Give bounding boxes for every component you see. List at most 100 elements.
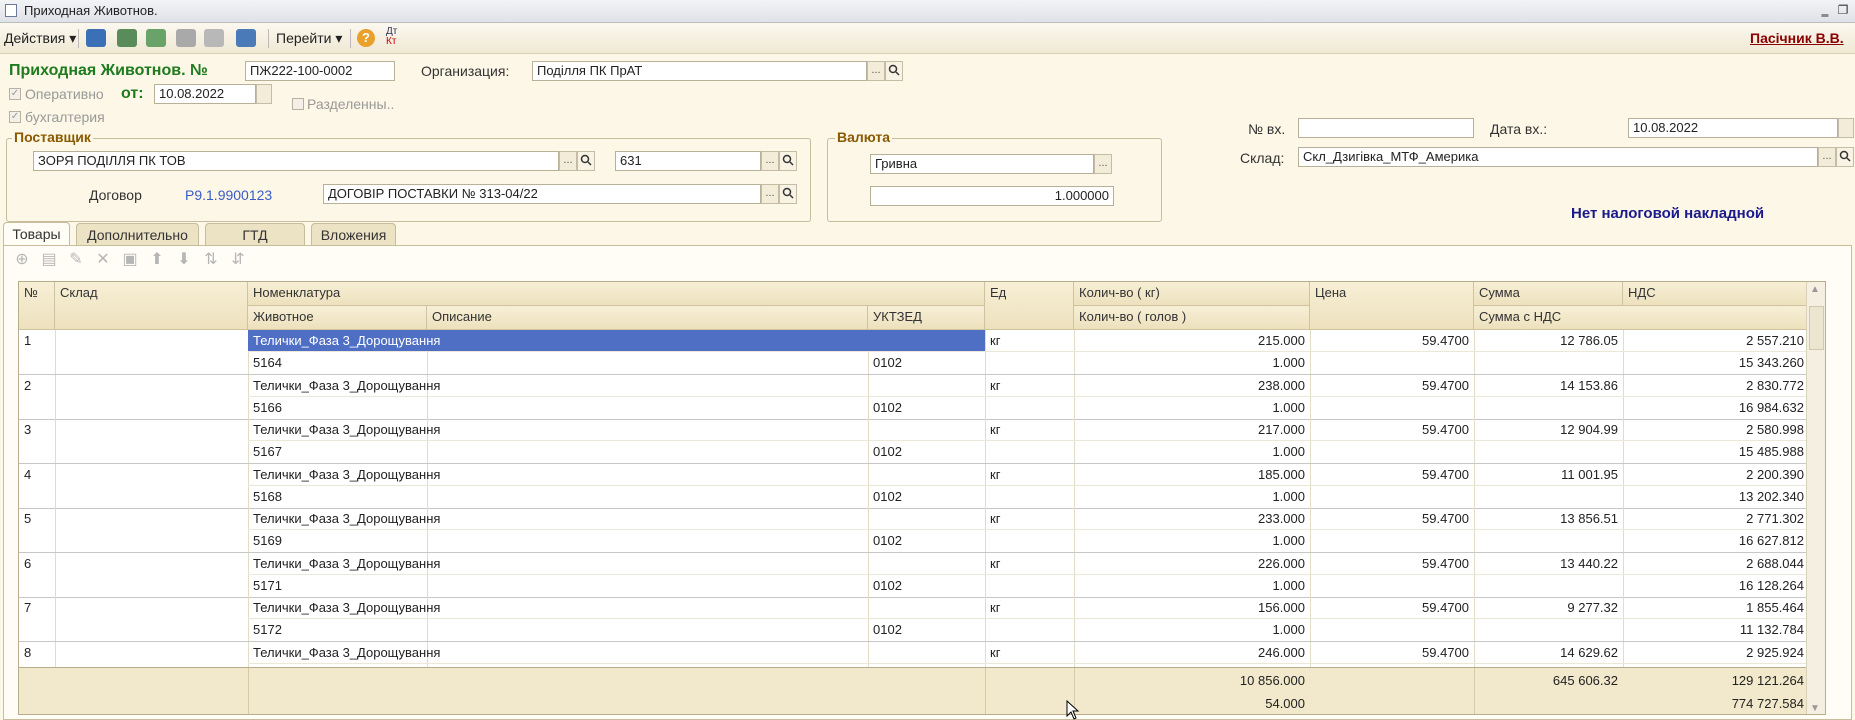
stock-choose-button[interactable]: ... [1818,147,1836,167]
cell-nomenclature[interactable]: Телички_Фаза 3_Дорощування [248,464,985,485]
contract-field[interactable]: ДОГОВІР ПОСТАВКИ № 313-04/22 [323,184,761,204]
cell-unit[interactable]: кг [985,330,1074,351]
cell-animal[interactable]: 5168 [248,486,427,507]
cell-no[interactable]: 6 [19,553,55,574]
col-stock[interactable]: Склад [55,282,248,330]
minimize-icon[interactable]: ‗ [1818,3,1832,17]
sort-desc-icon[interactable]: ⇵ [228,249,248,271]
post-icon[interactable] [176,29,196,47]
table-scrollbar[interactable]: ▲ ▼ [1806,282,1825,714]
cell-animal[interactable]: 5167 [248,441,427,462]
cell-no[interactable]: 1 [19,330,55,351]
col-heads[interactable]: Колич-во ( голов ) [1074,306,1310,330]
cell-vat[interactable]: 1 855.464 [1623,597,1809,618]
cell-animal[interactable]: 5164 [248,352,427,373]
cell-total[interactable]: 16 627.812 [1474,530,1809,551]
cell-vat[interactable]: 2 580.998 [1623,419,1809,440]
currency-choose-button[interactable]: ... [1094,154,1112,174]
table-row[interactable]: 1 Телички_Фаза 3_Дорощування кг 215.000 59.4… [19,330,1809,375]
contract-choose-button[interactable]: ... [761,184,779,204]
cell-no[interactable]: 2 [19,375,55,396]
cell-animal[interactable]: 5171 [248,575,427,596]
cell-qty[interactable]: 238.000 [1074,375,1310,396]
cell-heads[interactable]: 1.000 [1074,530,1310,551]
scroll-down-icon[interactable]: ▼ [1810,703,1820,714]
col-code[interactable]: УКТЗЕД [868,306,985,330]
supplier-code-choose-button[interactable]: ... [761,151,779,171]
cell-total[interactable]: 13 202.340 [1474,486,1809,507]
cell-no[interactable]: 8 [19,642,55,663]
doc-number-field[interactable]: ПЖ222-100-0002 [245,61,395,81]
table-row[interactable]: 3 Телички_Фаза 3_Дорощування кг 217.000 59.4… [19,419,1809,464]
col-descr[interactable]: Описание [427,306,868,330]
cell-heads[interactable]: 1.000 [1074,352,1310,373]
cell-animal[interactable]: 5169 [248,530,427,551]
date-field[interactable]: 10.08.2022 [154,84,256,104]
cell-heads[interactable]: 1.000 [1074,619,1310,640]
cell-nomenclature[interactable]: Телички_Фаза 3_Дорощування [248,330,985,351]
cell-nomenclature[interactable]: Телички_Фаза 3_Дорощування [248,642,985,663]
copy-row-icon[interactable]: ▤ [39,249,59,271]
supplier-code-field[interactable]: 631 [615,151,761,171]
current-user[interactable]: Пасічник В.В. [1750,30,1844,46]
in-date-field[interactable]: 10.08.2022 [1628,118,1838,138]
cell-total[interactable]: 16 984.632 [1474,397,1809,418]
cell-vat[interactable]: 2 200.390 [1623,464,1809,485]
cell-nomenclature[interactable]: Телички_Фаза 3_Дорощування [248,597,985,618]
cell-total[interactable]: 11 132.784 [1474,619,1809,640]
cell-sum[interactable]: 12 786.05 [1474,330,1623,351]
cell-vat[interactable]: 2 925.924 [1623,642,1809,663]
cell-qty[interactable]: 156.000 [1074,597,1310,618]
stock-field[interactable]: Скл_Дзигівка_МТФ_Америка [1298,147,1818,167]
cell-heads[interactable]: 1.000 [1074,441,1310,462]
cell-qty[interactable]: 233.000 [1074,508,1310,529]
scroll-up-icon[interactable]: ▲ [1810,284,1820,295]
restore-icon[interactable]: ❐ [1836,3,1850,17]
col-nom[interactable]: Номенклатура [248,282,985,306]
cell-animal[interactable]: 5172 [248,619,427,640]
cell-sum[interactable]: 12 904.99 [1474,419,1623,440]
table-row[interactable]: 2 Телички_Фаза 3_Дорощування кг 238.000 59.4… [19,374,1809,420]
col-unit[interactable]: Ед [985,282,1074,330]
col-price[interactable]: Цена [1310,282,1474,330]
cell-price[interactable]: 59.4700 [1310,597,1474,618]
dt-kt-icon[interactable]: Дт Кт [386,27,397,47]
cell-no[interactable]: 4 [19,464,55,485]
delete-row-icon[interactable]: ✕ [93,249,113,271]
cell-qty[interactable]: 215.000 [1074,330,1310,351]
cell-qty[interactable]: 226.000 [1074,553,1310,574]
cell-total[interactable]: 16 128.264 [1474,575,1809,596]
cell-unit[interactable]: кг [985,464,1074,485]
in-no-field[interactable] [1298,118,1474,138]
oper-checkbox[interactable]: ✓ [9,88,21,100]
supplier-code-open-icon[interactable] [779,151,797,171]
cell-unit[interactable]: кг [985,642,1074,663]
cell-nomenclature[interactable]: Телички_Фаза 3_Дорощування [248,375,985,396]
stock-open-icon[interactable] [1836,147,1854,167]
contract-open-icon[interactable] [779,184,797,204]
cell-price[interactable]: 59.4700 [1310,464,1474,485]
cell-unit[interactable]: кг [985,508,1074,529]
sort-asc-icon[interactable]: ⇅ [201,249,221,271]
scroll-thumb[interactable] [1809,306,1824,350]
cell-code[interactable]: 0102 [868,441,985,462]
cell-no[interactable]: 7 [19,597,55,618]
cell-code[interactable]: 0102 [868,352,985,373]
move-down-icon[interactable]: ⬇ [174,249,194,271]
unpost-icon[interactable] [204,29,224,47]
cell-sum[interactable]: 14 153.86 [1474,375,1623,396]
end-edit-icon[interactable]: ▣ [120,249,140,271]
edit-row-icon[interactable]: ✎ [66,249,86,271]
cell-sum[interactable]: 13 856.51 [1474,508,1623,529]
org-open-icon[interactable] [885,61,903,81]
cell-code[interactable]: 0102 [868,530,985,551]
rate-field[interactable]: 1.000000 [870,186,1114,206]
contract-code[interactable]: Р9.1.9900123 [185,187,272,203]
cell-nomenclature[interactable]: Телички_Фаза 3_Дорощування [248,419,985,440]
cell-code[interactable]: 0102 [868,397,985,418]
cell-vat[interactable]: 2 771.302 [1623,508,1809,529]
copy-doc-icon[interactable] [146,29,166,47]
currency-field[interactable]: Гривна [870,154,1094,174]
table-row[interactable]: 4 Телички_Фаза 3_Дорощування кг 185.000 59.4… [19,463,1809,509]
tab-additional[interactable]: Дополнительно [76,223,199,245]
